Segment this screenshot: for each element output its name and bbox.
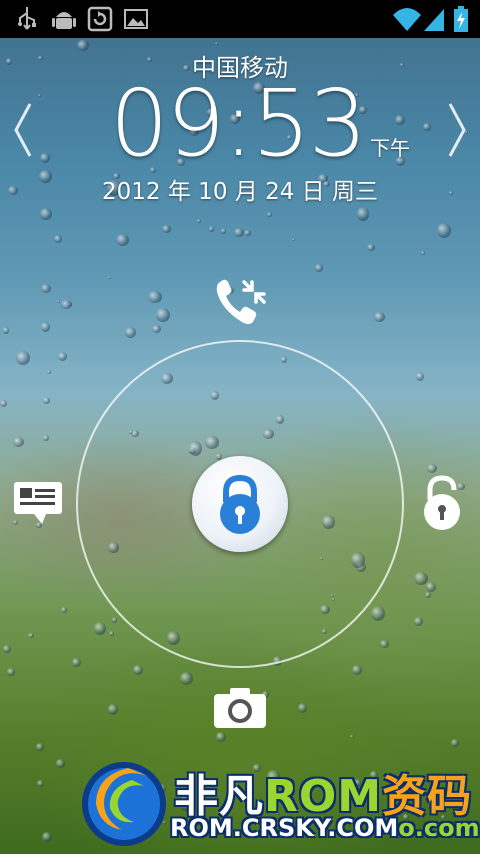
water-drop (156, 308, 170, 322)
android-debug-icon (52, 12, 76, 29)
water-drop (58, 352, 67, 361)
water-drop (61, 300, 72, 309)
water-drop (148, 291, 162, 303)
water-drop (209, 226, 214, 232)
water-drop (109, 631, 114, 636)
camera-icon[interactable] (212, 684, 268, 730)
water-drop (357, 207, 369, 221)
usb-icon (18, 7, 36, 30)
water-drop (40, 208, 52, 220)
water-drop (152, 325, 161, 333)
water-drop (414, 617, 423, 626)
rotate-icon (87, 6, 113, 32)
water-drop (72, 658, 81, 667)
water-drop (180, 672, 193, 685)
water-drop (197, 219, 201, 223)
message-icon[interactable] (12, 478, 64, 528)
status-bar (0, 0, 480, 38)
water-drop (108, 704, 118, 715)
water-drop (47, 370, 51, 374)
signal-icon (424, 9, 444, 31)
water-drop (69, 303, 72, 306)
water-drop (374, 312, 385, 322)
clock-time: 09:53 (110, 70, 367, 177)
water-drop (61, 607, 67, 613)
water-drop (94, 622, 106, 635)
water-drop (371, 606, 385, 621)
water-drop (416, 372, 424, 381)
wifi-icon (393, 8, 421, 31)
water-drop (3, 645, 11, 653)
water-drop (16, 351, 30, 365)
water-drop (40, 153, 50, 163)
water-drop (38, 94, 41, 97)
water-drop (367, 244, 375, 251)
water-drop (216, 732, 226, 742)
water-drop (41, 284, 51, 293)
water-drop (234, 228, 244, 237)
water-drop (36, 743, 44, 751)
water-drop (298, 703, 307, 713)
chevron-left-icon[interactable] (10, 100, 34, 160)
water-drop (350, 735, 354, 738)
lock-handle-button[interactable] (192, 456, 288, 552)
water-drop (3, 327, 9, 334)
water-drop (244, 230, 251, 236)
water-drop (43, 435, 49, 441)
water-drop (451, 739, 459, 747)
water-drop (7, 668, 15, 676)
water-drop (13, 437, 24, 447)
water-drop (437, 223, 451, 238)
water-drop (57, 300, 60, 303)
water-drop (221, 228, 226, 234)
water-drop (125, 327, 136, 338)
water-drop (215, 42, 218, 45)
water-drop (292, 238, 295, 241)
water-drop (421, 251, 425, 255)
water-drop (108, 276, 111, 279)
water-drop (426, 582, 436, 592)
watermark-url-text: ROM.CRSKY.COM (170, 814, 399, 842)
water-drop (395, 115, 405, 125)
water-drop (43, 397, 50, 404)
water-drop (315, 264, 323, 272)
water-drop (352, 665, 362, 675)
date-label: 2012 年 10 月 24 日 周三 (102, 179, 378, 205)
water-drop (162, 225, 171, 233)
water-drop (56, 759, 65, 768)
phone-missed-icon[interactable] (212, 276, 268, 328)
crsky-logo-icon (82, 762, 166, 846)
battery-charging-icon (454, 6, 468, 32)
water-drop (112, 617, 117, 623)
clock-ampm: 下午 (370, 136, 410, 160)
water-drop (41, 322, 50, 332)
water-drop (28, 633, 34, 638)
watermark-url: ROM.CRSKY.COMo.com (170, 814, 480, 842)
water-drop (133, 665, 143, 675)
water-drop (425, 592, 431, 598)
lock-icon (220, 474, 260, 534)
water-drop (427, 464, 437, 473)
water-drop (414, 572, 428, 585)
chevron-right-icon[interactable] (446, 100, 470, 160)
water-drop (0, 400, 7, 407)
water-drop (37, 780, 44, 787)
watermark-url-tail: o.com (398, 814, 480, 842)
water-drop (54, 235, 62, 243)
water-drop (42, 832, 52, 842)
water-drop (380, 640, 389, 648)
unlock-icon[interactable] (420, 474, 464, 530)
water-drop (423, 123, 431, 131)
water-drop (267, 212, 272, 217)
water-drop (116, 234, 129, 246)
watermark-logo: 非凡ROM资码 ROM.CRSKY.COMo.com (78, 756, 480, 850)
image-icon (124, 9, 148, 29)
